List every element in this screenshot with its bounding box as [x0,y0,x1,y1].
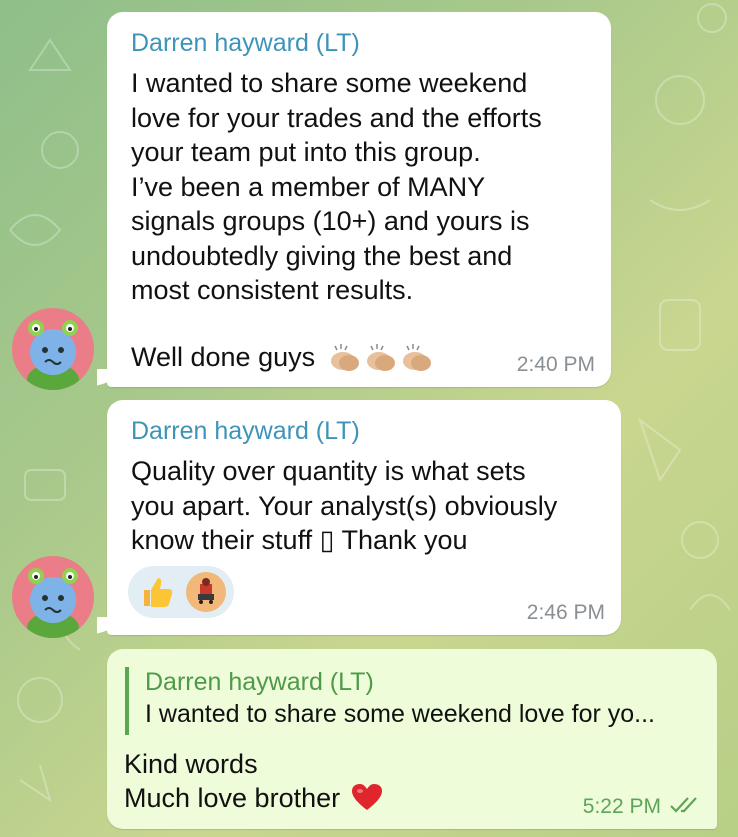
reactions-bar[interactable] [128,566,234,618]
message-time: 2:40 PM [516,353,595,376]
message-line-text: Much love brother [124,783,341,813]
red-heart-icon [351,784,382,812]
bubble-tail [97,617,113,635]
message-bubble[interactable]: Darren hayward (LT) I wanted to share so… [107,12,611,387]
reactor-avatar-icon[interactable] [186,572,226,612]
clapping-hands-icon [401,344,435,372]
reply-snippet: I wanted to share some weekend love for … [145,700,655,728]
double-check-icon [669,795,703,815]
message-line: Much love brother [124,781,382,816]
clapping-hands-icon [329,344,363,372]
clapping-hands-icon [365,344,399,372]
message-line: Kind words [124,749,258,779]
reply-sender-name: Darren hayward (LT) [145,668,374,696]
message-closing: Well done guys [131,340,437,375]
bubble-tail [97,369,113,387]
frog-avatar-icon [27,320,79,390]
sender-name[interactable]: Darren hayward (LT) [131,28,360,58]
message-text: Quality over quantity is what sets you a… [131,456,558,555]
thumbs-up-icon[interactable] [136,572,176,612]
frog-avatar-icon [27,568,79,638]
sender-name[interactable]: Darren hayward (LT) [131,416,360,446]
closing-text: Well done guys [131,342,316,372]
message-bubble[interactable]: Darren hayward (LT) Quality over quantit… [107,400,621,635]
message-time: 5:22 PM [582,795,661,818]
message-time: 2:46 PM [526,601,605,624]
reply-quote[interactable]: Darren hayward (LT) I wanted to share so… [125,667,705,735]
sender-avatar[interactable] [12,308,94,390]
sender-avatar[interactable] [12,556,94,638]
message-text: I wanted to share some weekend love for … [131,68,542,305]
outgoing-message-bubble[interactable]: Darren hayward (LT) I wanted to share so… [107,649,717,829]
